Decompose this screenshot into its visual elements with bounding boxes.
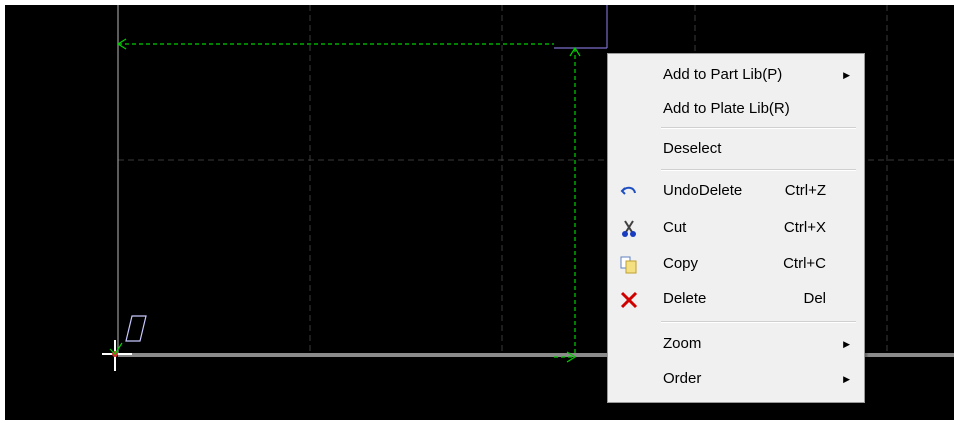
origin-marker	[102, 315, 147, 371]
menu-item-copy[interactable]: Copy Ctrl+C	[610, 247, 862, 281]
menu-item-shortcut: Ctrl+X	[783, 219, 826, 236]
menu-item-shortcut: Del	[803, 290, 826, 307]
submenu-arrow-icon: ▶	[843, 70, 850, 80]
menu-separator	[661, 169, 856, 171]
menu-item-label: Add to Part Lib(P)	[663, 66, 783, 83]
menu-item-order[interactable]: Order ▶	[610, 362, 862, 396]
menu-item-label: Copy	[663, 255, 699, 272]
copy-icon	[619, 254, 639, 274]
undo-icon	[619, 181, 639, 201]
delete-x-icon	[619, 289, 639, 309]
menu-item-label: UndoDelete	[663, 182, 743, 199]
menu-item-deselect[interactable]: Deselect	[610, 132, 862, 166]
menu-item-label: Cut	[663, 219, 687, 236]
menu-separator	[661, 321, 856, 323]
menu-item-label: Add to Plate Lib(R)	[663, 100, 790, 117]
menu-separator	[661, 127, 856, 129]
menu-item-add-to-part-lib[interactable]: Add to Part Lib(P) ▶	[610, 58, 862, 92]
scissors-icon	[619, 218, 639, 238]
menu-item-label: Delete	[663, 290, 707, 307]
context-menu: Add to Part Lib(P) ▶ Add to Plate Lib(R)…	[607, 53, 865, 403]
menu-item-label: Zoom	[663, 335, 702, 352]
menu-item-shortcut: Ctrl+C	[783, 255, 826, 272]
menu-item-undo-delete[interactable]: UndoDelete Ctrl+Z	[610, 174, 862, 208]
menu-item-cut[interactable]: Cut Ctrl+X	[610, 211, 862, 245]
selected-part-outline	[554, 5, 608, 49]
menu-item-add-to-plate-lib[interactable]: Add to Plate Lib(R)	[610, 92, 862, 126]
menu-item-label: Deselect	[663, 140, 722, 157]
menu-item-delete[interactable]: Delete Del	[610, 282, 862, 316]
submenu-arrow-icon: ▶	[843, 374, 850, 384]
menu-item-zoom[interactable]: Zoom ▶	[610, 327, 862, 361]
submenu-arrow-icon: ▶	[843, 339, 850, 349]
menu-item-shortcut: Ctrl+Z	[784, 182, 826, 199]
menu-item-label: Order	[663, 370, 702, 387]
